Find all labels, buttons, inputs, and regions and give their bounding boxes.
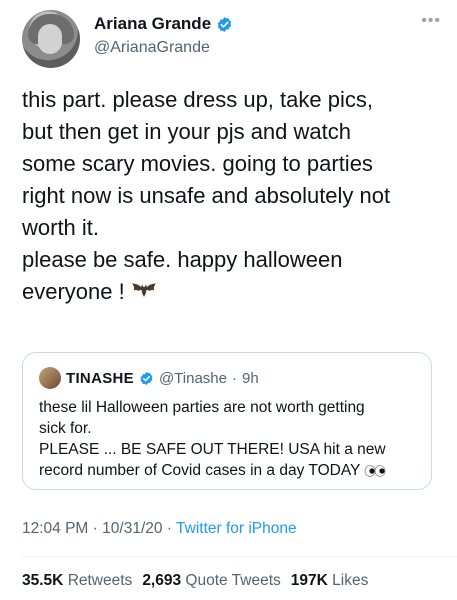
likes-label: Likes: [332, 572, 369, 589]
tweet-header: Ariana Grande @ArianaGrande •••: [22, 10, 441, 70]
quoted-tweet[interactable]: TINASHE @Tinashe · 9h these lil Hallowee…: [22, 352, 432, 490]
author-handle[interactable]: @ArianaGrande: [94, 39, 210, 57]
tweet-body: this part. please dress up, take pics, b…: [22, 87, 391, 304]
quotes-stat[interactable]: 2,693 Quote Tweets: [142, 572, 280, 590]
quote-header: TINASHE @Tinashe · 9h: [39, 367, 259, 389]
avatar-face: [38, 24, 62, 54]
quote-separator: ·: [231, 369, 237, 387]
author-name[interactable]: Ariana Grande: [94, 14, 211, 34]
quote-text: these lil Halloween parties are not wort…: [39, 397, 419, 481]
retweets-label: Retweets: [67, 572, 133, 589]
author-name-row[interactable]: Ariana Grande: [94, 14, 233, 34]
time-separator: ·: [92, 520, 98, 537]
tweet-text: this part. please dress up, take pics, b…: [22, 84, 440, 308]
quote-time[interactable]: 9h: [242, 370, 259, 387]
more-icon[interactable]: •••: [421, 12, 441, 30]
quote-author-handle[interactable]: @Tinashe: [159, 370, 227, 387]
divider: [22, 556, 457, 557]
likes-stat[interactable]: 197K Likes: [291, 572, 369, 590]
likes-count: 197K: [290, 572, 328, 589]
retweets-stat[interactable]: 35.5K Retweets: [22, 572, 132, 590]
verified-icon: [217, 16, 232, 32]
eyes-emoji: [364, 465, 386, 477]
quote-verified-icon: [140, 371, 153, 385]
quote-avatar[interactable]: [39, 367, 61, 389]
quotes-count: 2,693: [142, 572, 182, 589]
avatar[interactable]: [22, 10, 80, 68]
bat-emoji: [131, 283, 156, 297]
tweet-source-link[interactable]: Twitter for iPhone: [176, 520, 297, 537]
engagement-stats: 35.5K Retweets 2,693 Quote Tweets 197K L…: [22, 572, 368, 590]
tweet-date[interactable]: 10/31/20: [102, 520, 162, 537]
tweet-time[interactable]: 12:04 PM: [22, 520, 88, 537]
quotes-label: Quote Tweets: [185, 572, 281, 589]
quote-body: these lil Halloween parties are not wort…: [39, 399, 386, 479]
source-separator: ·: [166, 520, 172, 537]
tweet-timestamp: 12:04 PM · 10/31/20 · Twitter for iPhone: [22, 520, 297, 538]
quote-author-name[interactable]: TINASHE: [66, 370, 134, 387]
retweets-count: 35.5K: [22, 572, 64, 589]
